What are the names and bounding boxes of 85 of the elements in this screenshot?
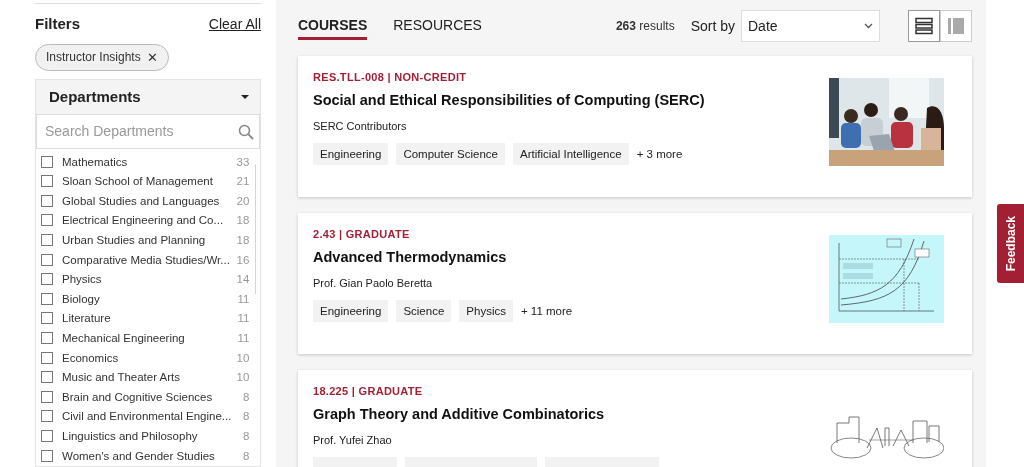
course-number: 18.225 | GRADUATE	[313, 385, 423, 397]
course-title[interactable]: Graph Theory and Additive Combinatorics	[313, 406, 605, 422]
instructor-name: SERC Contributors	[313, 120, 407, 132]
sort-dropdown[interactable]: Date	[741, 10, 880, 42]
department-label[interactable]: Electrical Engineering and Co...	[62, 214, 232, 227]
topic-tag[interactable]: Physics	[459, 300, 513, 322]
department-label[interactable]: Urban Studies and Planning	[62, 234, 232, 247]
instructor-name: Prof. Gian Paolo Beretta	[313, 277, 433, 289]
department-label[interactable]: Global Studies and Languages	[62, 194, 232, 207]
department-count: 8	[242, 449, 250, 462]
department-label[interactable]: Women's and Gender Studies	[62, 449, 232, 462]
course-card[interactable]: RES.TLL-008 | NON-CREDIT Social and Ethical Responsibilities of Computing (SERC) SERC Contributors Engineering Computer Science Artificial Intelligence + 3 more	[298, 56, 972, 197]
department-count: 10	[235, 351, 250, 364]
department-label[interactable]: Physics	[62, 273, 232, 286]
checkbox[interactable]	[41, 351, 53, 364]
department-label[interactable]: Biology	[62, 292, 232, 305]
course-card[interactable]: 18.225 | GRADUATE Graph Theory and Additive Combinatorics Prof. Yufei Zhao	[298, 370, 972, 467]
department-count: 33	[235, 155, 250, 168]
department-label[interactable]: Mechanical Engineering	[62, 332, 232, 345]
list-view-button[interactable]	[908, 10, 940, 42]
department-count: 18	[235, 234, 250, 247]
course-number: RES.TLL-008 | NON-CREDIT	[313, 71, 467, 83]
department-label[interactable]: Literature	[62, 312, 232, 325]
checkbox[interactable]	[41, 253, 53, 266]
topic-tag[interactable]: Computer Science	[396, 143, 505, 165]
checkbox[interactable]	[41, 155, 53, 168]
search-icon	[238, 123, 254, 140]
checkbox[interactable]	[41, 214, 53, 227]
more-topics[interactable]: + 3 more	[636, 148, 683, 160]
course-number: 2.43 | GRADUATE	[313, 228, 410, 240]
course-card[interactable]: 2.43 | GRADUATE Advanced Thermodynamics Prof. Gian Paolo Beretta Engineering Science Physics + 11 more	[298, 213, 972, 354]
checkbox[interactable]	[41, 292, 53, 305]
caret-icon	[240, 93, 250, 100]
department-count: 16	[235, 253, 250, 266]
department-count: 21	[235, 175, 250, 188]
department-count: 11	[236, 332, 250, 345]
filter-chip[interactable]: Instructor Insights ✕	[35, 43, 169, 71]
checkbox[interactable]	[41, 390, 53, 403]
topic-tag[interactable]: Engineering	[313, 143, 389, 165]
checkbox[interactable]	[41, 410, 53, 423]
search-field[interactable]: Search Departments	[36, 113, 260, 149]
department-label[interactable]: Linguistics and Philosophy	[62, 430, 232, 442]
departments-accordion[interactable]: Departments	[36, 79, 260, 114]
department-label[interactable]: Economics	[62, 351, 232, 364]
checkbox[interactable]	[41, 312, 53, 325]
department-label[interactable]: Sloan School of Management	[62, 175, 232, 188]
department-count: 11	[236, 312, 250, 325]
checkbox[interactable]	[41, 273, 53, 286]
sort-label: Sort by	[690, 18, 735, 34]
checkbox[interactable]	[41, 175, 53, 188]
feedback-tab[interactable]: Feedback	[997, 204, 1024, 283]
department-count: 8	[242, 390, 250, 403]
compact-list-icon	[947, 17, 965, 35]
department-count: 11	[236, 292, 250, 305]
department-label[interactable]: Mathematics	[62, 155, 232, 168]
department-label[interactable]: Music and Theater Arts	[62, 371, 232, 384]
course-title[interactable]: Social and Ethical Responsibilities of Computing (SERC)	[313, 92, 705, 108]
checkbox[interactable]	[41, 332, 53, 345]
course-title[interactable]: Advanced Thermodynamics	[313, 249, 507, 265]
instructor-name: Prof. Yufei Zhao	[313, 434, 392, 446]
more-topics[interactable]: + 11 more	[520, 305, 573, 317]
department-count: 8	[242, 410, 250, 423]
department-label[interactable]: Civil and Environmental Engine...	[62, 410, 232, 423]
department-label[interactable]: Comparative Media Studies/Wr...	[62, 253, 232, 266]
department-count: 18	[235, 214, 250, 227]
checkbox[interactable]	[41, 234, 53, 247]
department-count: 20	[235, 194, 250, 207]
department-count: 14	[235, 273, 250, 286]
checkbox[interactable]	[41, 194, 53, 207]
results-count: 263 results	[615, 19, 675, 33]
topic-tag[interactable]: Engineering	[313, 300, 389, 322]
checkbox[interactable]	[41, 430, 53, 442]
department-count: 8	[242, 430, 250, 442]
tab[interactable]: COURSES	[298, 12, 368, 40]
checkbox[interactable]	[41, 449, 53, 462]
department-count: 10	[235, 371, 250, 384]
checkbox[interactable]	[41, 371, 53, 384]
clear-all-link[interactable]: Clear All	[208, 15, 261, 32]
chevron-icon	[864, 23, 873, 29]
department-label[interactable]: Brain and Cognitive Sciences	[62, 390, 232, 403]
topic-tag[interactable]: Artificial Intelligence	[513, 143, 629, 165]
tab[interactable]: RESOURCES	[393, 12, 482, 40]
topic-tag[interactable]: Science	[396, 300, 452, 322]
filters-title: Filters	[35, 14, 80, 32]
list-view-icon	[915, 17, 933, 35]
